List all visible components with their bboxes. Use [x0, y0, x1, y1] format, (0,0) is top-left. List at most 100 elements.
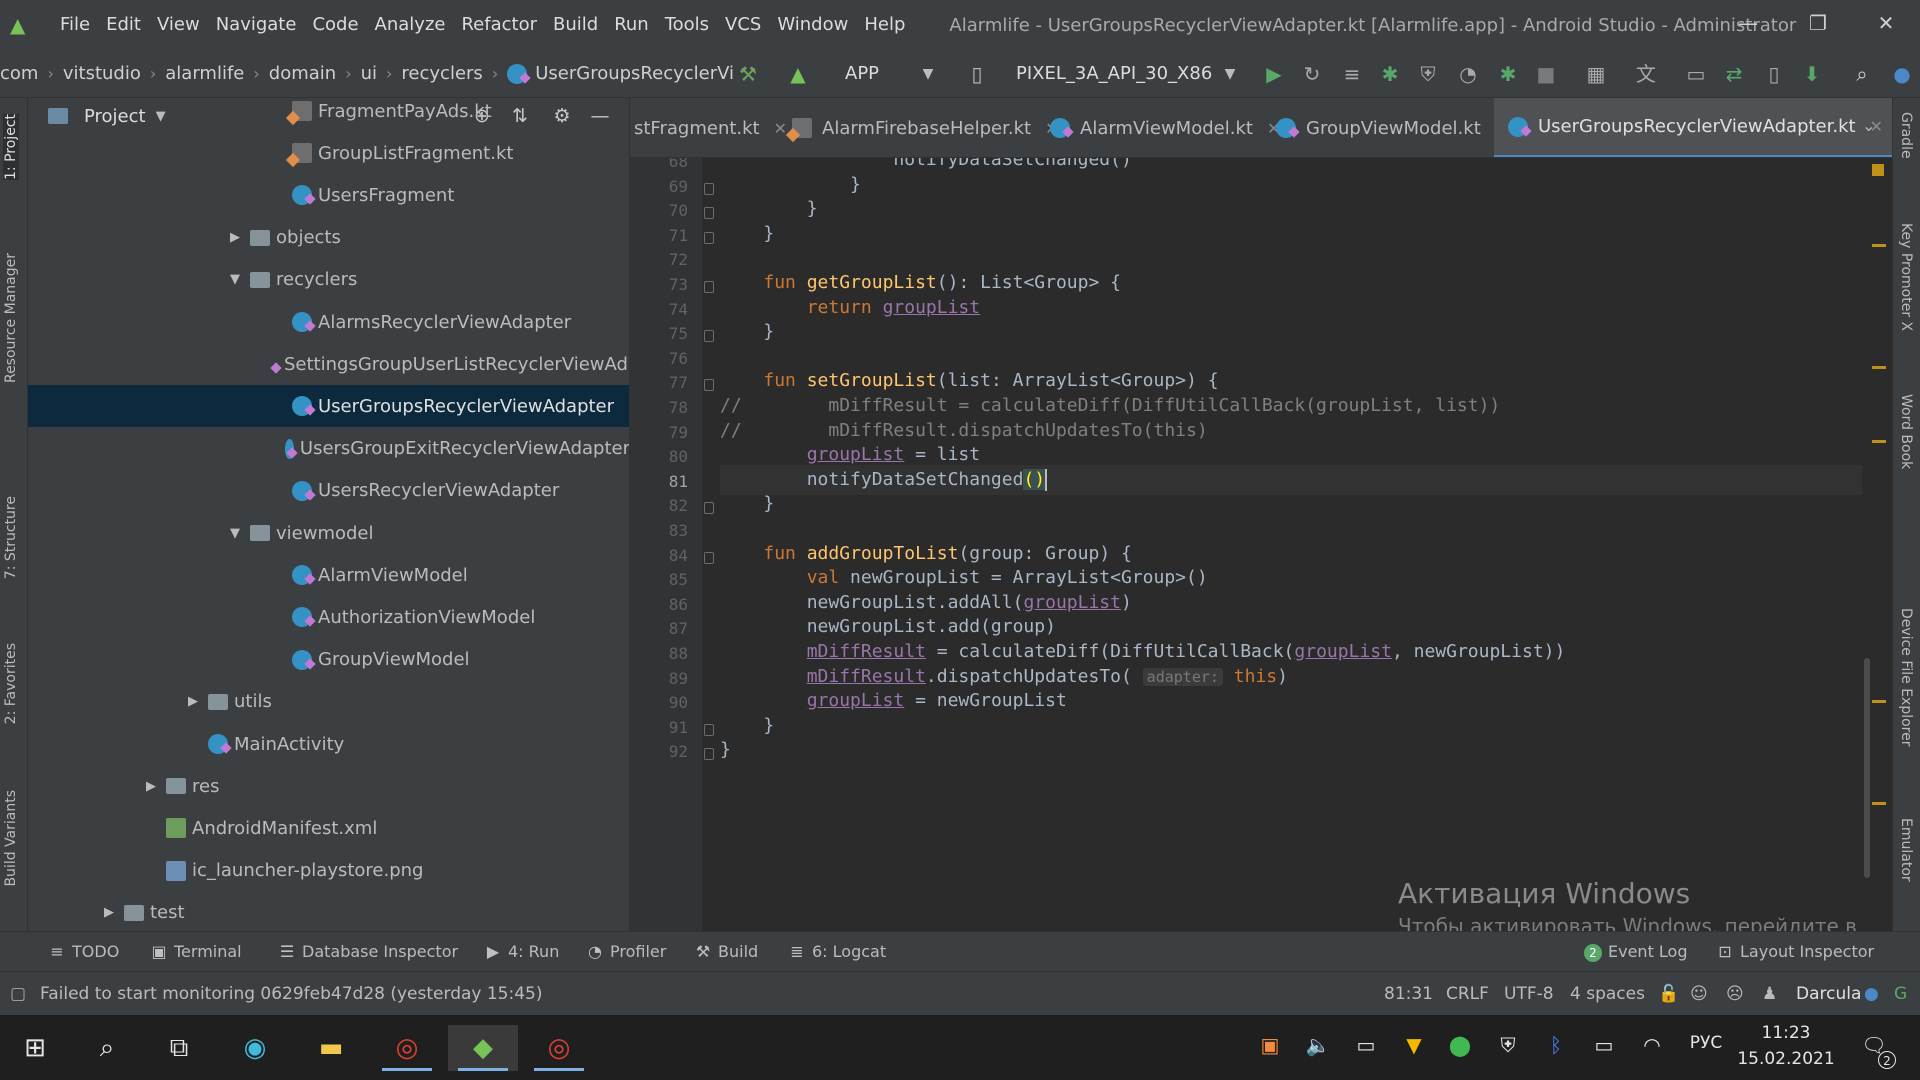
minimize-button[interactable]: — [1712, 0, 1784, 50]
menu-build[interactable]: Build [545, 0, 606, 50]
breadcrumb-item[interactable]: com [0, 63, 38, 84]
expand-right-icon[interactable]: ▶ [144, 779, 158, 794]
tree-item[interactable]: GroupViewModel [28, 639, 629, 681]
tree-item[interactable]: ▶ res [28, 765, 629, 807]
line-number[interactable]: 83 [630, 521, 688, 540]
search-icon[interactable]: ⌕ [1848, 60, 1876, 88]
project-structure-icon[interactable]: ▦ [1582, 60, 1610, 88]
marker-stripe[interactable] [1872, 802, 1886, 805]
coverage-icon[interactable]: ⛨ [1414, 60, 1442, 88]
line-number[interactable]: 71 [630, 226, 688, 245]
fold-marker-icon[interactable] [704, 551, 714, 564]
tray-warning-icon[interactable]: ▼ [1398, 1033, 1430, 1057]
code-editor[interactable]: 68 69 70 71 72 73 74 75 76 77 78 79 80 81 82 83 84 85 86 87… [630, 158, 1892, 931]
wifi-icon[interactable]: ◠ [1636, 1033, 1668, 1057]
tree-item[interactable]: ▼ viewmodel [28, 512, 629, 554]
tree-item[interactable]: AuthorizationViewModel [28, 596, 629, 638]
line-number[interactable]: 79 [630, 423, 688, 442]
tree-item[interactable]: AlarmsRecyclerViewAdapter [28, 301, 629, 343]
tab-word-book[interactable]: Word Book [1898, 394, 1914, 469]
fold-marker-icon[interactable] [704, 182, 714, 195]
chrome-profile-icon[interactable]: ◎ [524, 1025, 594, 1071]
theme-name[interactable]: Darcula [1796, 972, 1861, 1016]
search-icon[interactable]: ⌕ [72, 1025, 142, 1071]
fold-marker-icon[interactable] [704, 379, 714, 392]
editor-tab[interactable]: GroupViewModel.kt ✕ [1276, 98, 1508, 157]
line-number[interactable]: 68 [630, 158, 688, 171]
line-number[interactable]: 86 [630, 595, 688, 614]
code-line[interactable]: } [720, 489, 774, 519]
tool-logcat[interactable]: ≣ 6: Logcat [788, 932, 886, 972]
expand-down-icon[interactable]: ▼ [228, 526, 242, 541]
menu-window[interactable]: Window [769, 0, 856, 50]
indent-setting[interactable]: 4 spaces [1570, 972, 1645, 1016]
menu-tools[interactable]: Tools [657, 0, 717, 50]
scrollbar-thumb[interactable] [1864, 658, 1870, 878]
file-encoding[interactable]: UTF-8 [1504, 972, 1554, 1016]
fold-marker-icon[interactable] [704, 748, 714, 761]
line-number[interactable]: 80 [630, 447, 688, 466]
menu-analyze[interactable]: Analyze [367, 0, 454, 50]
line-number[interactable]: 89 [630, 669, 688, 688]
line-number[interactable]: 74 [630, 300, 688, 319]
maximize-button[interactable]: ❐ [1782, 0, 1854, 50]
breadcrumb-item[interactable]: domain [269, 63, 336, 84]
line-number[interactable]: 77 [630, 373, 688, 392]
line-number[interactable]: 69 [630, 177, 688, 196]
line-number[interactable]: 73 [630, 275, 688, 294]
fold-marker-icon[interactable] [704, 231, 714, 244]
tree-item[interactable]: ▼ recyclers [28, 259, 629, 301]
tree-item[interactable]: MainActivity [28, 723, 629, 765]
google-icon[interactable]: G [1894, 972, 1907, 1016]
marker-stripe[interactable] [1872, 440, 1886, 443]
hammer-build-icon[interactable]: ⚒ [734, 60, 762, 88]
stop-icon[interactable]: ■ [1532, 60, 1560, 88]
run-config-select[interactable]: APP [845, 56, 879, 92]
user-avatar-icon[interactable]: ● [1888, 60, 1916, 88]
happy-face-icon[interactable]: ☺ [1690, 972, 1708, 1016]
line-separator[interactable]: CRLF [1446, 972, 1489, 1016]
editor-scrollbar[interactable] [1860, 158, 1874, 931]
marker-stripe[interactable] [1872, 700, 1886, 703]
tray-app-icon[interactable]: ▣ [1254, 1033, 1286, 1057]
tree-item[interactable]: AndroidManifest.xml [28, 807, 629, 849]
line-number[interactable]: 84 [630, 546, 688, 565]
menu-code[interactable]: Code [304, 0, 366, 50]
avd-manager-icon[interactable]: ▯ [1760, 60, 1788, 88]
menu-help[interactable]: Help [856, 0, 913, 50]
tree-item[interactable]: SettingsGroupUserListRecyclerViewAdapte [28, 343, 629, 385]
tree-item[interactable]: ▶ test [28, 892, 629, 931]
tool-layout-inspector[interactable]: ⊡ Layout Inspector [1716, 932, 1874, 972]
windows-start-icon[interactable]: ⊞ [0, 1025, 70, 1071]
expand-down-icon[interactable]: ▼ [228, 272, 242, 287]
breadcrumb-item[interactable]: vitstudio [63, 63, 141, 84]
line-number[interactable]: 85 [630, 570, 688, 589]
line-number[interactable]: 72 [630, 250, 688, 269]
tab-resource-manager[interactable]: Resource Manager [3, 253, 19, 383]
marker-stripe[interactable] [1872, 366, 1886, 369]
menu-navigate[interactable]: Navigate [208, 0, 305, 50]
edge-icon[interactable]: ◉ [220, 1025, 290, 1071]
chevron-down-icon[interactable]: ▼ [1216, 60, 1244, 88]
tab-key-promoter-x[interactable]: Key Promoter X [1898, 223, 1914, 331]
marker-stripe[interactable] [1872, 244, 1886, 247]
expand-right-icon[interactable]: ▶ [102, 905, 116, 920]
menu-refactor[interactable]: Refactor [453, 0, 545, 50]
line-number[interactable]: 87 [630, 619, 688, 638]
fold-marker-icon[interactable] [704, 330, 714, 343]
editor-tab[interactable]: stFragment.kt ✕ [634, 98, 787, 157]
breadcrumb-item[interactable]: alarmlife [165, 63, 244, 84]
input-language[interactable]: РУС [1684, 1033, 1728, 1053]
chevron-down-icon[interactable]: ▼ [914, 60, 942, 88]
tree-item[interactable]: FragmentPayAds.kt [28, 98, 629, 132]
breadcrumb-item[interactable]: recyclers [401, 63, 482, 84]
menu-file[interactable]: File [52, 0, 98, 50]
breadcrumb-item[interactable]: ui [361, 63, 377, 84]
line-number[interactable]: 81 [630, 472, 688, 491]
line-number[interactable]: 78 [630, 398, 688, 417]
line-number[interactable]: 88 [630, 644, 688, 663]
line-number[interactable]: 70 [630, 201, 688, 220]
tool-event-log[interactable]: 2 Event Log [1584, 932, 1688, 972]
tool-run[interactable]: ▶ 4: Run [484, 932, 560, 972]
tree-item[interactable]: AlarmViewModel [28, 554, 629, 596]
